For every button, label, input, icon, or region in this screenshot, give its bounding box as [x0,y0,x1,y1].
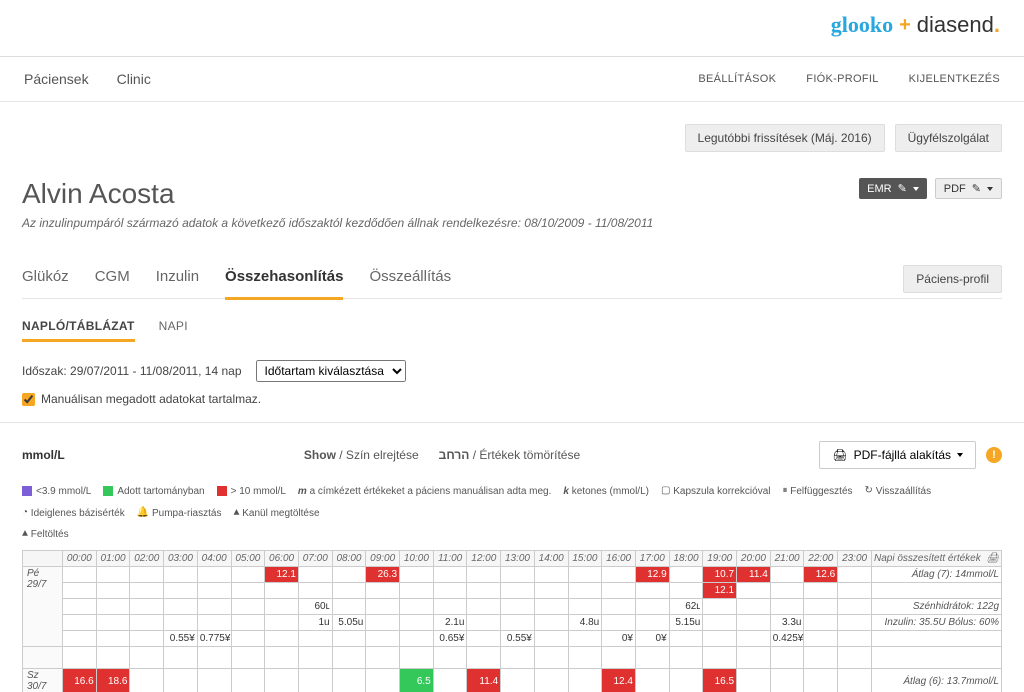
hour-header: 15:00 [568,551,602,567]
duration-select[interactable]: Időtartam kiválasztása [256,360,406,382]
patient-subtitle: Az inzulinpumpáról származó adatok a köv… [22,216,1002,230]
hour-header: 23:00 [838,551,872,567]
brand-plus: + [899,14,911,37]
hour-header: 17:00 [635,551,669,567]
brand-bar: glooko + diasend. [0,0,1024,57]
log-table: 00:0001:0002:0003:0004:0005:0006:0007:00… [22,550,1002,692]
nav-account[interactable]: FIÓK-PROFIL [806,73,878,85]
legend-swatch-low [22,486,32,496]
divider [0,422,1024,423]
nav-logout[interactable]: KIJELENTKEZÉS [909,73,1000,85]
nav-patients[interactable]: Páciensek [24,71,89,87]
table-row: 12.1 [23,583,1002,599]
hour-header: 07:00 [298,551,332,567]
subtab-logtable[interactable]: NAPLÓ/TÁBLÁZAT [22,315,135,342]
legend-swatch-hi [217,486,227,496]
hour-header: 11:00 [433,551,467,567]
hour-header: 10:00 [400,551,434,567]
table-row: Sz 30/716.618.66.511.412.416.5Átlag (6):… [23,669,1002,692]
hour-header: 04:00 [197,551,231,567]
day-label: Sz 30/7 [23,669,63,692]
nav-clinic[interactable]: Clinic [117,71,151,87]
hour-header: 19:00 [703,551,737,567]
brand-glooko: glooko [831,12,893,38]
show-toggle[interactable]: Show [304,448,336,462]
table-row: 60ʟ62ʟSzénhidrátok: 122g [23,599,1002,615]
nav-settings[interactable]: BEÁLLÍTÁSOK [698,73,776,85]
hour-header: 12:00 [467,551,501,567]
expand-toggle[interactable]: הרחב [439,448,470,462]
hide-colors-toggle[interactable]: / Szín elrejtése [339,448,418,462]
hour-header: 08:00 [332,551,366,567]
legend-capsule: ▢ Kapszula korrekcióval [661,485,771,497]
legend-resume: ↻ Visszaállítás [865,485,932,497]
tab-cgm[interactable]: CGM [95,260,130,298]
hour-header: 02:00 [130,551,164,567]
subtabs: NAPLÓ/TÁBLÁZAT NAPI [22,315,1002,342]
table-row: 1u5.05u2.1u4.8u5.15u3.3uInzulin: 35.5U B… [23,615,1002,631]
hour-header: 14:00 [534,551,568,567]
summary-header: Napi összesített értékek 🖨 [872,551,1002,567]
hour-header: 16:00 [602,551,636,567]
warning-icon[interactable]: ! [986,447,1002,463]
tab-compilation[interactable]: Összeállítás [369,260,451,298]
support-button[interactable]: Ügyfélszolgálat [895,124,1002,152]
tabs: Glükóz CGM Inzulin Összehasonlítás Össze… [22,260,451,298]
content-card: Legutóbbi frissítések (Máj. 2016) Ügyfél… [0,101,1024,692]
table-header-row: 00:0001:0002:0003:0004:0005:0006:0007:00… [23,551,1002,567]
legend-pump-alarm: 🔔 Pumpa-riasztás [137,507,222,519]
print-icon[interactable]: 🖨 [986,553,999,564]
period-label: Időszak: 29/07/2011 - 11/08/2011, 14 nap [22,364,242,378]
manual-checkbox-row[interactable]: Manuálisan megadott adatokat tartalmaz. [22,392,1002,406]
hour-header: 20:00 [737,551,771,567]
hour-header: 09:00 [366,551,400,567]
hour-header: 13:00 [501,551,535,567]
table-row: 0.55¥0.775¥0.65¥0.55¥0¥0¥0.425¥ [23,631,1002,647]
main-nav: Páciensek Clinic BEÁLLÍTÁSOK FIÓK-PROFIL… [0,57,1024,101]
brand-dot: . [994,12,1000,38]
hour-header: 18:00 [669,551,703,567]
hour-header: 01:00 [96,551,130,567]
unit-label: mmol/L [22,448,65,462]
legend-suspend: ⏸ Felfüggesztés [782,485,852,497]
hour-header: 21:00 [770,551,804,567]
view-toggles: Show / Szín elrejtése הרחב / Értékek töm… [65,448,820,462]
export-pdf-button[interactable]: 🖨 PDF-fájllá alakítás [819,441,976,469]
table-row: Pé 29/712.126.312.910.711.412.6Átlag (7)… [23,567,1002,583]
hour-header: 05:00 [231,551,265,567]
pdf-menu[interactable]: PDF ✎ [935,178,1002,199]
hour-header: 03:00 [164,551,198,567]
compress-toggle[interactable]: / Értékek tömörítése [473,448,580,462]
patient-name: Alvin Acosta [22,178,175,210]
hour-header: 00:00 [63,551,97,567]
pencil-icon: ✎ [972,182,981,195]
emr-menu[interactable]: EMR ✎ [859,178,927,199]
legend: <3.9 mmol/L Adott tartományban > 10 mmol… [22,485,1002,540]
hour-header: 22:00 [804,551,838,567]
chevron-down-icon [987,187,993,191]
subtab-daily[interactable]: NAPI [159,315,188,342]
tab-comparison[interactable]: Összehasonlítás [225,260,343,300]
tab-glucose[interactable]: Glükóz [22,260,69,298]
print-icon: 🖨 [832,448,847,462]
hour-header: 06:00 [265,551,299,567]
legend-cannula: ▲ Kanül megtöltése [233,508,319,519]
day-label: Pé 29/7 [23,567,63,647]
recent-updates-button[interactable]: Legutóbbi frissítések (Máj. 2016) [685,124,885,152]
patient-profile-button[interactable]: Páciens-profil [903,265,1002,293]
chevron-down-icon [913,187,919,191]
chevron-down-icon [957,453,963,457]
legend-tempbasal: ◔ Ideiglenes bázisérték [22,508,125,519]
pencil-icon: ✎ [898,182,907,195]
legend-swatch-ok [103,486,113,496]
brand-diasend: diasend [917,12,994,38]
manual-checkbox[interactable] [22,393,35,406]
tab-insulin[interactable]: Inzulin [156,260,199,298]
